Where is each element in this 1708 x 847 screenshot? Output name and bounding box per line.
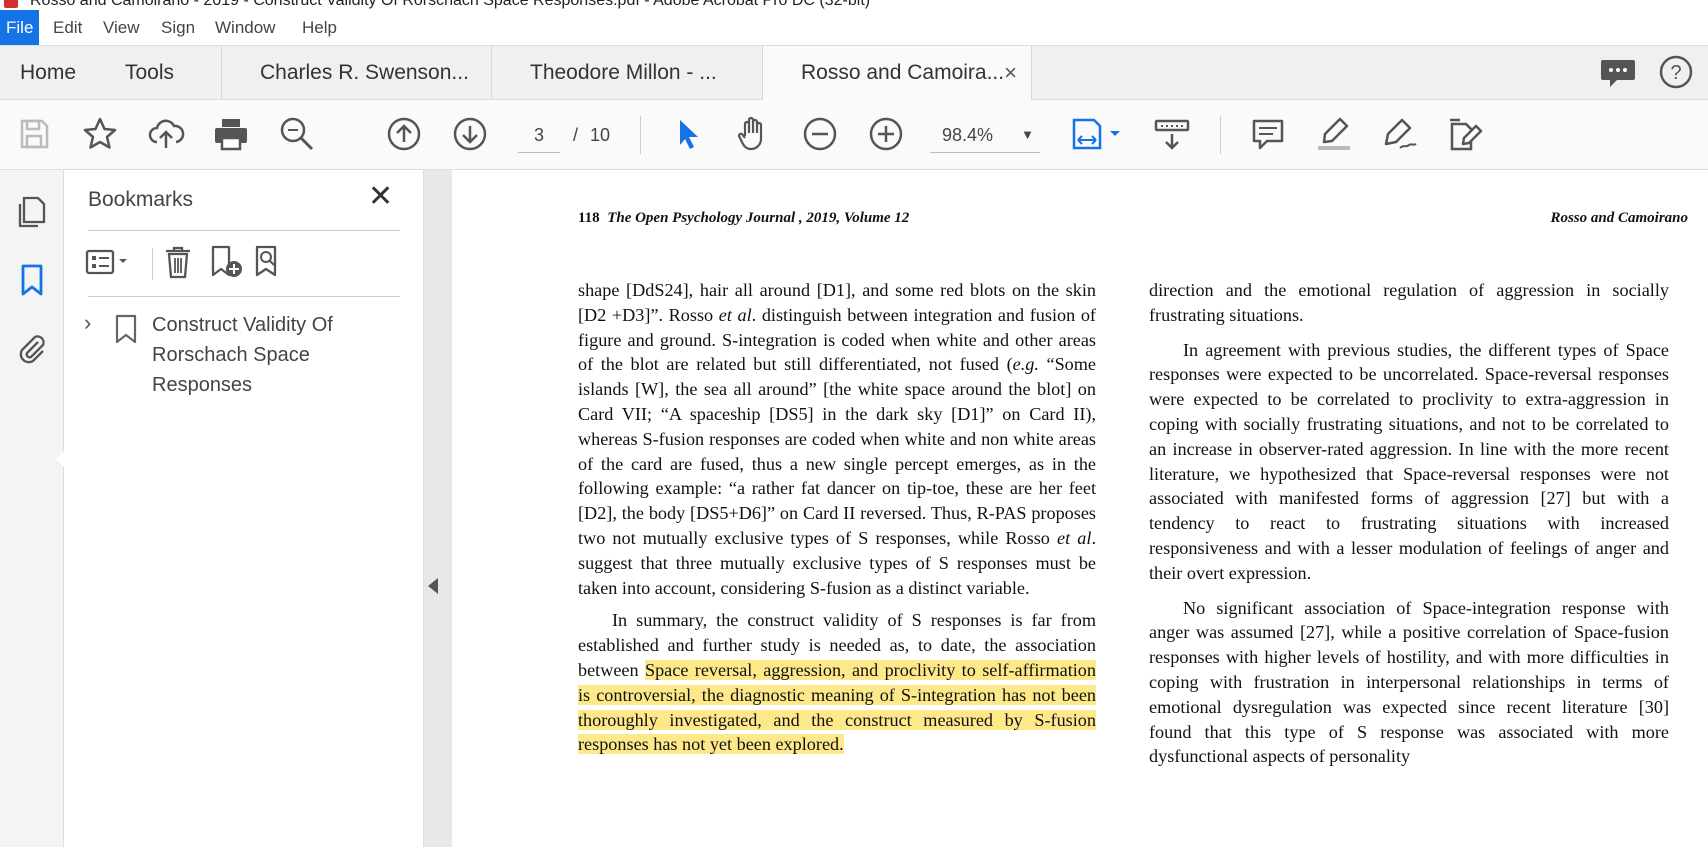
tab-document-label: Theodore Millon - ...: [530, 61, 717, 84]
svg-text:?: ?: [1670, 62, 1681, 84]
tab-document-rosso[interactable]: Rosso and Camoira... ×: [762, 46, 1032, 100]
bookmark-item[interactable]: › Construct Validity Of Rorschach Space …: [84, 310, 404, 400]
page-up-icon[interactable]: [384, 114, 424, 154]
toolbar-divider: [1220, 116, 1221, 154]
bookmarks-panel-title: Bookmarks: [88, 188, 194, 211]
current-page-input[interactable]: 3: [518, 118, 560, 153]
zoom-level-dropdown[interactable]: 98.4% ▼: [930, 118, 1040, 153]
tab-document-swenson[interactable]: Charles R. Swenson...: [221, 46, 491, 100]
read-mode-icon[interactable]: [1152, 114, 1192, 154]
tab-home[interactable]: Home: [20, 46, 76, 100]
tab-tools[interactable]: Tools: [125, 46, 174, 100]
main-toolbar: 3 / 10 98.4% ▼: [0, 100, 1708, 170]
tab-close-icon[interactable]: ×: [1004, 46, 1017, 100]
panel-divider: [88, 296, 400, 297]
window-title-bar: Rosso and Camoirano - 2019 - Construct V…: [0, 0, 1708, 10]
help-icon[interactable]: ?: [1656, 52, 1696, 92]
close-icon[interactable]: ✕: [368, 182, 393, 212]
text-column-left: shape [DdS24], hair all around [D1], and…: [578, 278, 1096, 757]
print-icon[interactable]: [211, 114, 251, 154]
cloud-upload-icon[interactable]: [146, 114, 186, 154]
tab-document-label: Charles R. Swenson...: [260, 61, 469, 84]
select-cursor-icon[interactable]: [668, 114, 708, 154]
paragraph: No significant association of Space-inte…: [1149, 597, 1669, 767]
panel-divider: [88, 230, 400, 231]
collapse-panel-icon[interactable]: [428, 578, 438, 594]
delete-bookmark-icon[interactable]: [158, 242, 198, 282]
paragraph: In agreement with previous studies, the …: [1149, 339, 1669, 583]
fit-page-icon[interactable]: [1070, 114, 1126, 154]
running-head-left: 118 The Open Psychology Journal , 2019, …: [578, 210, 909, 227]
zoom-value: 98.4%: [942, 125, 994, 145]
document-viewer[interactable]: 118 The Open Psychology Journal , 2019, …: [424, 170, 1708, 847]
save-icon[interactable]: [14, 114, 54, 154]
tab-document-label: Rosso and Camoira...: [801, 61, 1005, 84]
running-head-authors: Rosso and Camoirano: [1550, 210, 1688, 226]
toolbar-divider: [640, 116, 641, 154]
new-bookmark-icon[interactable]: [206, 242, 246, 282]
menu-file[interactable]: File: [0, 10, 40, 45]
menu-sign[interactable]: Sign: [155, 10, 201, 45]
bookmark-label: Construct Validity Of Rorschach Space Re…: [152, 314, 333, 396]
menu-window[interactable]: Window: [209, 10, 281, 45]
bookmark-star-icon[interactable]: [80, 114, 120, 154]
text-highlight[interactable]: Space reversal, aggression, and proclivi…: [578, 659, 1096, 755]
menu-bar: File Edit View Sign Window Help: [0, 10, 1708, 45]
page-separator: /: [573, 125, 579, 145]
toolbar-divider: [152, 248, 153, 280]
edit-pdf-icon[interactable]: [1446, 114, 1486, 154]
menu-help[interactable]: Help: [296, 10, 343, 45]
attachments-icon[interactable]: [14, 332, 50, 368]
menu-view[interactable]: View: [97, 10, 146, 45]
window-title: Rosso and Camoirano - 2019 - Construct V…: [30, 0, 871, 9]
paragraph: direction and the emotional regulation o…: [1149, 280, 1669, 325]
comment-icon[interactable]: [1248, 114, 1288, 154]
bookmark-options-icon[interactable]: [84, 242, 134, 282]
navigation-rail: [0, 170, 65, 847]
sign-icon[interactable]: [1380, 114, 1420, 154]
paragraph: In summary, the construct validity of S …: [578, 610, 1096, 755]
tab-document-millon[interactable]: Theodore Millon - ...: [491, 46, 762, 100]
bookmarks-panel: Bookmarks ✕ › Construct Validity Of Rors…: [64, 170, 424, 847]
hand-icon[interactable]: [733, 114, 773, 154]
comment-panel-icon[interactable]: [1598, 52, 1638, 92]
highlight-icon[interactable]: [1314, 114, 1354, 154]
pdf-page: 118 The Open Psychology Journal , 2019, …: [452, 170, 1708, 847]
page-thumbnails-icon[interactable]: [14, 194, 50, 230]
bookmark-icon: [115, 314, 137, 344]
text-column-right: direction and the emotional regulation o…: [1149, 278, 1669, 769]
search-zoom-icon[interactable]: [277, 114, 317, 154]
chevron-down-icon: ▼: [1021, 127, 1034, 142]
zoom-in-icon[interactable]: [866, 114, 906, 154]
chevron-right-icon[interactable]: ›: [84, 310, 91, 336]
page-down-icon[interactable]: [450, 114, 490, 154]
zoom-out-icon[interactable]: [800, 114, 840, 154]
paragraph: shape [DdS24], hair all around [D1], and…: [578, 280, 1096, 598]
tab-bar: Home Tools Charles R. Swenson... Theodor…: [0, 45, 1708, 100]
bookmarks-panel-icon[interactable]: [14, 262, 50, 298]
menu-edit[interactable]: Edit: [47, 10, 88, 45]
page-number: 118: [578, 210, 600, 226]
acrobat-app-icon: [4, 0, 18, 8]
journal-name: The Open Psychology Journal , 2019, Volu…: [607, 210, 910, 226]
find-bookmark-icon[interactable]: [250, 242, 290, 282]
total-pages: 10: [590, 125, 611, 145]
